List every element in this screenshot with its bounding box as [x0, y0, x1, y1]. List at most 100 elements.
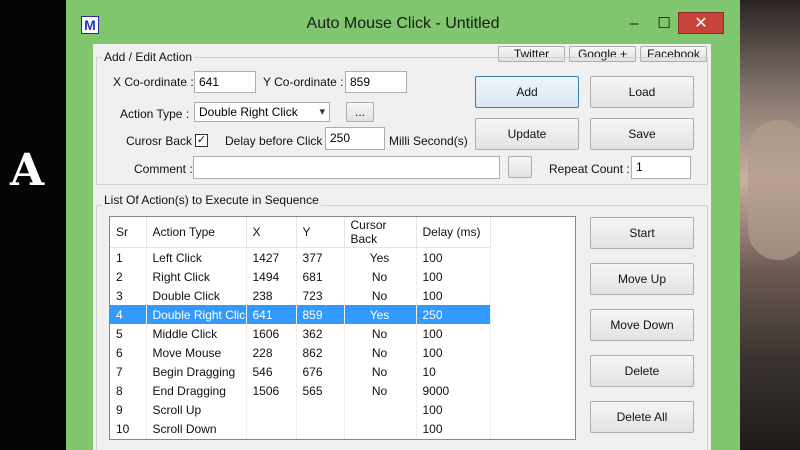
background-left: A — [0, 0, 66, 450]
table-cell: 676 — [296, 362, 345, 381]
table-cell: 100 — [416, 267, 491, 286]
table-cell — [246, 438, 297, 439]
delete-all-button[interactable]: Delete All — [590, 401, 694, 433]
table-cell: 1506 — [246, 381, 297, 400]
table-cell: 9 — [110, 400, 147, 419]
table-cell — [296, 419, 345, 438]
table-row[interactable]: 2 Right Click 1494 681 No 100 — [110, 267, 491, 286]
table-cell: 8 — [110, 381, 147, 400]
table-row[interactable]: 10 Scroll Down 100 — [110, 419, 491, 438]
x-coordinate-label: X Co-ordinate : — [113, 75, 194, 89]
table-row[interactable]: 4 Double Right Click 641 859 Yes 250 — [110, 305, 491, 324]
column-header-x[interactable]: X — [246, 217, 297, 248]
table-cell: 1494 — [246, 267, 297, 286]
table-header-row: Sr Action Type X Y Cursor Back Delay (ms… — [110, 217, 491, 248]
table-cell — [296, 400, 345, 419]
table-cell: 238 — [246, 286, 297, 305]
close-button[interactable]: ✕ — [678, 12, 724, 34]
delay-label: Delay before Click : — [225, 134, 330, 148]
table-cell: 859 — [296, 305, 345, 324]
table-row[interactable]: 5 Middle Click 1606 362 No 100 — [110, 324, 491, 343]
table-cell: Double Click — [146, 286, 247, 305]
table-cell: 9000 — [416, 381, 491, 400]
table-cell: 100 — [416, 343, 491, 362]
delete-button[interactable]: Delete — [590, 355, 694, 387]
overlay-letter: A — [10, 145, 45, 196]
table-cell: No — [344, 343, 417, 362]
column-header-action-type[interactable]: Action Type — [146, 217, 247, 248]
table-cell: 641 — [246, 305, 297, 324]
table-cell: Double Right Click — [146, 305, 247, 324]
table-cell: No — [344, 362, 417, 381]
cursor-back-checkbox[interactable]: ✓ — [195, 134, 208, 147]
comment-label: Comment : — [134, 162, 193, 176]
comment-input[interactable] — [193, 156, 500, 179]
browse-button[interactable]: ... — [346, 102, 374, 122]
table-cell — [344, 438, 417, 439]
table-cell — [344, 419, 417, 438]
table-cell: 2 — [110, 267, 147, 286]
table-cell: No — [344, 286, 417, 305]
column-header-delay[interactable]: Delay (ms) — [416, 217, 491, 248]
y-coordinate-label: Y Co-ordinate : — [263, 75, 344, 89]
table-cell: 1 — [110, 247, 147, 267]
table-cell: Press Enter — [146, 438, 247, 439]
table-cell: 5 — [110, 324, 147, 343]
save-button[interactable]: Save — [590, 118, 694, 150]
table-row[interactable]: 1 Left Click 1427 377 Yes 100 — [110, 247, 491, 267]
table-cell: 6 — [110, 343, 147, 362]
add-button[interactable]: Add — [475, 76, 579, 108]
y-coordinate-input[interactable]: 859 — [345, 71, 407, 93]
move-up-button[interactable]: Move Up — [590, 263, 694, 295]
background-blob — [748, 120, 800, 260]
column-header-y[interactable]: Y — [296, 217, 345, 248]
table-row[interactable]: 6 Move Mouse 228 862 No 100 — [110, 343, 491, 362]
table-cell — [246, 419, 297, 438]
title-bar[interactable]: M Auto Mouse Click - Untitled – ☐ ✕ — [66, 0, 740, 44]
column-header-cursor-back[interactable]: Cursor Back — [344, 217, 417, 248]
table-cell: 10 — [110, 419, 147, 438]
repeat-count-input[interactable]: 1 — [631, 156, 691, 179]
table-cell — [344, 400, 417, 419]
table-cell: 723 — [296, 286, 345, 305]
table-cell: Scroll Up — [146, 400, 247, 419]
start-button[interactable]: Start — [590, 217, 694, 249]
column-header-sr[interactable]: Sr — [110, 217, 147, 248]
table-row[interactable]: 11Press Enter 100 — [110, 438, 491, 439]
edit-action-legend: Add / Edit Action — [102, 50, 195, 64]
move-down-button[interactable]: Move Down — [590, 309, 694, 341]
table-row[interactable]: 7 Begin Dragging 546 676 No 10 — [110, 362, 491, 381]
table-cell: No — [344, 267, 417, 286]
table-row[interactable]: 3 Double Click 238 723 No 100 — [110, 286, 491, 305]
table-cell: Middle Click — [146, 324, 247, 343]
maximize-button[interactable]: ☐ — [649, 14, 679, 34]
action-type-label: Action Type : — [120, 107, 190, 121]
action-type-select[interactable]: Double Right Click ▾ — [194, 102, 330, 122]
update-button[interactable]: Update — [475, 118, 579, 150]
table-cell: Yes — [344, 305, 417, 324]
table-row[interactable]: 8 End Dragging 1506 565 No 9000 — [110, 381, 491, 400]
table-cell: 10 — [416, 362, 491, 381]
x-coordinate-input[interactable]: 641 — [194, 71, 256, 93]
table-cell: Yes — [344, 247, 417, 267]
table-cell: 100 — [416, 286, 491, 305]
app-window: M Auto Mouse Click - Untitled – ☐ ✕ Twit… — [66, 0, 740, 450]
delay-unit-label: Milli Second(s) — [389, 134, 468, 148]
table-cell: Move Mouse — [146, 343, 247, 362]
load-button[interactable]: Load — [590, 76, 694, 108]
delay-input[interactable]: 250 — [325, 127, 385, 150]
comment-extra-button[interactable] — [508, 156, 532, 178]
table-cell: 11 — [110, 438, 147, 439]
minimize-button[interactable]: – — [619, 14, 649, 34]
client-area: Twitter Google + Facebook Add / Edit Act… — [93, 44, 711, 450]
table-cell: 3 — [110, 286, 147, 305]
table-cell: No — [344, 381, 417, 400]
table-cell — [296, 438, 345, 439]
action-list[interactable]: Sr Action Type X Y Cursor Back Delay (ms… — [109, 216, 576, 440]
chevron-down-icon: ▾ — [319, 106, 325, 118]
table-cell: 100 — [416, 324, 491, 343]
action-type-value: Double Right Click — [199, 105, 298, 119]
table-cell: 100 — [416, 438, 491, 439]
cursor-back-label: Curosr Back : — [126, 134, 199, 148]
table-row[interactable]: 9 Scroll Up 100 — [110, 400, 491, 419]
